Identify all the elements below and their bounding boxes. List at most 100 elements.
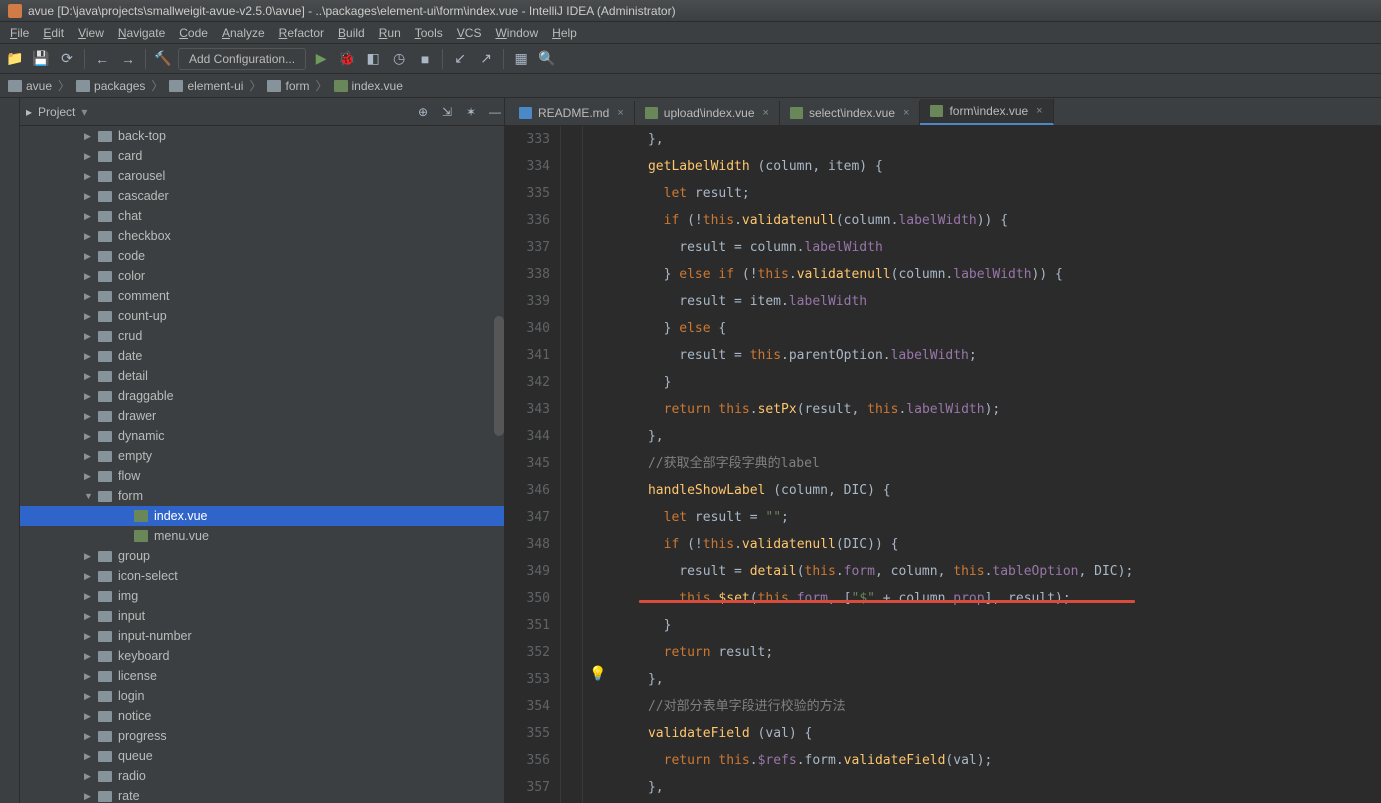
tool-window-strip[interactable]: [0, 98, 20, 803]
chevron-right-icon[interactable]: ▶: [84, 671, 92, 682]
chevron-right-icon[interactable]: ▶: [84, 131, 92, 142]
save-all-icon[interactable]: 💾: [30, 48, 52, 70]
tree-folder-crud[interactable]: ▶crud: [20, 326, 504, 346]
tree-folder-chat[interactable]: ▶chat: [20, 206, 504, 226]
hide-icon[interactable]: —: [486, 103, 504, 121]
tree-folder-input[interactable]: ▶input: [20, 606, 504, 626]
search-everywhere-icon[interactable]: 🔍: [536, 48, 558, 70]
code-editor[interactable]: 333 334 335 336 337 338 339 340 341 342 …: [505, 126, 1381, 803]
chevron-right-icon[interactable]: ▶: [84, 791, 92, 802]
tree-folder-notice[interactable]: ▶notice: [20, 706, 504, 726]
debug-icon[interactable]: 🐞: [336, 48, 358, 70]
menu-code[interactable]: Code: [173, 24, 214, 42]
coverage-icon[interactable]: ◧: [362, 48, 384, 70]
chevron-right-icon[interactable]: ▶: [84, 211, 92, 222]
chevron-right-icon[interactable]: ▶: [84, 591, 92, 602]
chevron-right-icon[interactable]: ▶: [84, 611, 92, 622]
git-icon[interactable]: ↙: [449, 48, 471, 70]
chevron-right-icon[interactable]: ▶: [84, 411, 92, 422]
tree-folder-progress[interactable]: ▶progress: [20, 726, 504, 746]
menu-vcs[interactable]: VCS: [451, 24, 488, 42]
chevron-right-icon[interactable]: ▶: [84, 331, 92, 342]
chevron-right-icon[interactable]: ▶: [84, 691, 92, 702]
editor-tab[interactable]: select\index.vue×: [780, 101, 921, 125]
structure-icon[interactable]: ▦: [510, 48, 532, 70]
scrollbar-thumb[interactable]: [494, 316, 504, 436]
tree-folder-dynamic[interactable]: ▶dynamic: [20, 426, 504, 446]
tree-folder-detail[interactable]: ▶detail: [20, 366, 504, 386]
tree-folder-flow[interactable]: ▶flow: [20, 466, 504, 486]
tree-folder-color[interactable]: ▶color: [20, 266, 504, 286]
tree-folder-queue[interactable]: ▶queue: [20, 746, 504, 766]
close-tab-icon[interactable]: ×: [617, 107, 623, 119]
editor-tab[interactable]: form\index.vue×: [920, 99, 1053, 125]
chevron-right-icon[interactable]: ▶: [84, 431, 92, 442]
menu-build[interactable]: Build: [332, 24, 371, 42]
close-tab-icon[interactable]: ×: [1036, 105, 1042, 117]
chevron-right-icon[interactable]: ▶: [84, 391, 92, 402]
project-tree[interactable]: ▶back-top▶card▶carousel▶cascader▶chat▶ch…: [20, 126, 504, 803]
tree-folder-form[interactable]: ▼form: [20, 486, 504, 506]
project-label[interactable]: Project: [38, 105, 75, 119]
menu-refactor[interactable]: Refactor: [273, 24, 330, 42]
chevron-right-icon[interactable]: ▶: [84, 251, 92, 262]
menu-tools[interactable]: Tools: [409, 24, 449, 42]
chevron-right-icon[interactable]: ▶: [84, 171, 92, 182]
tree-folder-rate[interactable]: ▶rate: [20, 786, 504, 803]
menu-view[interactable]: View: [72, 24, 110, 42]
menu-analyze[interactable]: Analyze: [216, 24, 271, 42]
menu-run[interactable]: Run: [373, 24, 407, 42]
chevron-right-icon[interactable]: ▶: [84, 651, 92, 662]
tree-folder-carousel[interactable]: ▶carousel: [20, 166, 504, 186]
chevron-right-icon[interactable]: ▶: [84, 231, 92, 242]
editor-tab[interactable]: upload\index.vue×: [635, 101, 780, 125]
chevron-right-icon[interactable]: ▶: [84, 351, 92, 362]
git-push-icon[interactable]: ↗: [475, 48, 497, 70]
chevron-right-icon[interactable]: ▶: [84, 631, 92, 642]
tree-folder-icon-select[interactable]: ▶icon-select: [20, 566, 504, 586]
tree-folder-keyboard[interactable]: ▶keyboard: [20, 646, 504, 666]
profile-icon[interactable]: ◷: [388, 48, 410, 70]
chevron-right-icon[interactable]: ▶: [84, 471, 92, 482]
chevron-right-icon[interactable]: ▶: [84, 451, 92, 462]
tree-folder-img[interactable]: ▶img: [20, 586, 504, 606]
chevron-right-icon[interactable]: ▶: [84, 191, 92, 202]
back-icon[interactable]: ←: [91, 48, 113, 70]
fold-gutter[interactable]: 💡: [561, 126, 583, 803]
tree-folder-group[interactable]: ▶group: [20, 546, 504, 566]
tree-folder-license[interactable]: ▶license: [20, 666, 504, 686]
chevron-right-icon[interactable]: ▶: [84, 711, 92, 722]
tree-file-index.vue[interactable]: index.vue: [20, 506, 504, 526]
menu-window[interactable]: Window: [489, 24, 544, 42]
select-opened-file-icon[interactable]: ⊕: [414, 103, 432, 121]
chevron-right-icon[interactable]: ▶: [84, 271, 92, 282]
tree-folder-empty[interactable]: ▶empty: [20, 446, 504, 466]
tree-folder-radio[interactable]: ▶radio: [20, 766, 504, 786]
settings-icon[interactable]: ✶: [462, 103, 480, 121]
tree-folder-back-top[interactable]: ▶back-top: [20, 126, 504, 146]
tree-folder-comment[interactable]: ▶comment: [20, 286, 504, 306]
tree-folder-cascader[interactable]: ▶cascader: [20, 186, 504, 206]
menu-navigate[interactable]: Navigate: [112, 24, 171, 42]
chevron-right-icon[interactable]: ▶: [84, 551, 92, 562]
chevron-right-icon[interactable]: ▶: [84, 371, 92, 382]
chevron-right-icon[interactable]: ▶: [84, 571, 92, 582]
breadcrumb-item[interactable]: element-ui: [165, 79, 247, 93]
forward-icon[interactable]: →: [117, 48, 139, 70]
chevron-right-icon[interactable]: ▶: [84, 731, 92, 742]
tree-folder-date[interactable]: ▶date: [20, 346, 504, 366]
menu-file[interactable]: File: [4, 24, 35, 42]
tree-folder-card[interactable]: ▶card: [20, 146, 504, 166]
editor-tab[interactable]: README.md×: [509, 101, 635, 125]
breadcrumb-item[interactable]: avue: [4, 79, 56, 93]
breadcrumb-item[interactable]: form: [263, 79, 313, 93]
chevron-right-icon[interactable]: ▶: [84, 151, 92, 162]
chevron-down-icon[interactable]: ▼: [84, 491, 92, 501]
chevron-right-icon[interactable]: ▶: [84, 291, 92, 302]
chevron-right-icon[interactable]: ▶: [84, 751, 92, 762]
tree-folder-code[interactable]: ▶code: [20, 246, 504, 266]
tree-file-menu.vue[interactable]: menu.vue: [20, 526, 504, 546]
tree-folder-login[interactable]: ▶login: [20, 686, 504, 706]
run-icon[interactable]: ▶: [310, 48, 332, 70]
tree-folder-count-up[interactable]: ▶count-up: [20, 306, 504, 326]
